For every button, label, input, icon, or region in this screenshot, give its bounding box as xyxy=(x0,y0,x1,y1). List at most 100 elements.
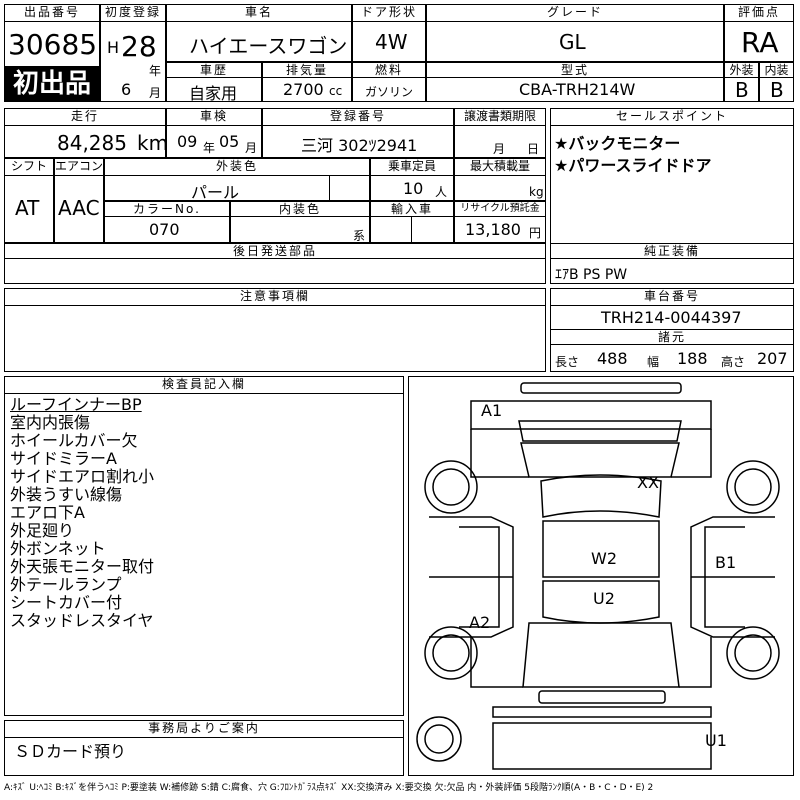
hood xyxy=(520,442,680,478)
exterior-grade-cell: B xyxy=(724,77,759,102)
rear-bar xyxy=(492,706,712,718)
inspector-note: 外足廻り xyxy=(10,521,75,540)
transfer-label: 譲渡書類期限 xyxy=(454,108,546,126)
selling-points-label: セールスポイント xyxy=(550,108,794,126)
door-cell: 4W xyxy=(352,21,426,62)
first-reg-month-unit: 月 xyxy=(149,86,162,100)
wheel-rear-right-inner xyxy=(734,634,772,672)
inspector-note: 室内内張傷 xyxy=(10,413,91,432)
chassis-label: 車台番号 xyxy=(550,288,794,306)
lot-number-label: 出品番号 xyxy=(4,4,100,22)
damage-mark-a2: A2 xyxy=(469,613,491,632)
recycle-label: リサイクル預託金 xyxy=(454,201,546,217)
width-label: 幅 xyxy=(647,355,660,369)
office-label: 事務局よりご案内 xyxy=(4,720,404,738)
load-cell: kg xyxy=(454,175,546,201)
history-label: 車歴 xyxy=(166,62,262,78)
score: RA xyxy=(741,26,779,59)
import-label: 輸入車 xyxy=(370,201,454,217)
rear-section xyxy=(522,622,680,688)
grade-cell: GL xyxy=(426,21,724,62)
mileage: 84,285 xyxy=(57,131,127,155)
door-label: ドア形状 xyxy=(352,4,426,22)
model-name-cell: ハイエースワゴン xyxy=(166,21,352,62)
recycle-cell: 13,180 円 xyxy=(454,216,546,243)
recycle: 13,180 xyxy=(465,220,521,239)
car-diagram: A1 XX W2 B1 U2 A2 U1 xyxy=(408,376,794,776)
model-name-label: 車名 xyxy=(166,4,352,22)
inspector-note: 外ボンネット xyxy=(10,539,106,558)
damage-mark-u2: U2 xyxy=(593,589,615,608)
equipment-label: 純正装備 xyxy=(550,243,794,259)
load-label: 最大積載量 xyxy=(454,158,546,176)
damage-mark-xx: XX xyxy=(637,473,659,492)
inspection-year: 09 xyxy=(177,132,198,151)
transfer-month-unit: 月 xyxy=(493,142,506,156)
exterior-grade: B xyxy=(735,78,749,102)
color-no-label: カラーNo. xyxy=(104,201,230,217)
import-cell-b xyxy=(411,216,454,243)
specs-label: 諸元 xyxy=(550,329,794,345)
spare-tire xyxy=(416,716,462,762)
parts-later-label: 後日発送部品 xyxy=(4,243,546,259)
damage-legend: A:ｷｽﾞ U:ﾍｺﾐ B:ｷｽﾞを伴うﾍｺﾐ P:要塗装 W:補修跡 S:錆 … xyxy=(4,783,654,793)
transfer-cell: 月 日 xyxy=(454,125,546,158)
fuel-cell: ガソリン xyxy=(352,77,426,102)
inspection-month-unit: 月 xyxy=(245,141,258,155)
plate-label: 登録番号 xyxy=(262,108,454,126)
length-label: 長さ xyxy=(555,355,580,369)
windshield xyxy=(518,420,682,442)
inspector-notes-list: ルーフインナーBP 室内内張傷 ホイールカバー欠 サイドミラーA サイドエアロ割… xyxy=(10,396,154,630)
car-outline-svg xyxy=(416,382,780,770)
damage-mark-u1: U1 xyxy=(705,731,727,750)
first-listing-badge: 初出品 xyxy=(4,67,100,102)
inspector-note: シートカバー付 xyxy=(10,593,123,612)
interior-grade-cell: B xyxy=(759,77,794,102)
interior-grade-label: 内装 xyxy=(759,62,794,78)
model-code-label: 型式 xyxy=(426,62,724,78)
parts-later-cell xyxy=(4,258,546,284)
roof-bar xyxy=(520,382,682,394)
equipment-cell: ｴｱB PS PW xyxy=(550,258,794,284)
wheel-front-right-inner xyxy=(734,468,772,506)
color-no: 070 xyxy=(149,220,180,239)
shift: AT xyxy=(15,196,40,220)
plate: 三河 302ﾂ2941 xyxy=(301,136,418,155)
displacement-cell: 2700 cc xyxy=(262,77,352,102)
inspection-label: 車検 xyxy=(166,108,262,126)
inspection-year-unit: 年 xyxy=(203,141,216,155)
equipment: ｴｱB PS PW xyxy=(555,267,628,283)
notes-label: 注意事項欄 xyxy=(4,288,546,306)
inspector-note: スタッドレスタイヤ xyxy=(10,611,154,630)
inspector-note: サイドエアロ割れ小 xyxy=(10,467,155,486)
int-color-label: 内装色 xyxy=(230,201,370,217)
inspector-label: 検査員記入欄 xyxy=(4,376,404,394)
aircon: AAC xyxy=(58,196,100,220)
int-color-cell: 系 xyxy=(230,216,370,243)
lower-side-left xyxy=(470,637,523,688)
inspector-note: エアロ下A xyxy=(10,503,85,522)
damage-mark-a1: A1 xyxy=(481,401,503,420)
office-note: ＳＤカード預り xyxy=(14,742,127,761)
transfer-day-unit: 日 xyxy=(527,142,540,156)
bottom-outline xyxy=(492,722,712,770)
displacement: 2700 xyxy=(283,80,324,99)
length: 488 xyxy=(597,349,628,368)
inspection-month: 05 xyxy=(219,132,240,151)
height-label: 高さ xyxy=(721,355,746,369)
shift-cell: AT xyxy=(4,175,54,243)
upper-side-left xyxy=(470,429,529,478)
ext-color-cell: パール xyxy=(104,175,330,201)
damage-mark-b1: B1 xyxy=(715,553,737,572)
width: 188 xyxy=(677,349,708,368)
first-reg-cell: H 28 年 6 月 xyxy=(100,21,166,102)
mileage-unit: km xyxy=(137,131,166,155)
plate-cell: 三河 302ﾂ2941 xyxy=(262,125,454,158)
shift-label: シフト xyxy=(4,158,54,176)
exterior-grade-label: 外装 xyxy=(724,62,759,78)
color-no-cell: 070 xyxy=(104,216,230,243)
model-code: CBA-TRH214W xyxy=(519,80,636,99)
damage-mark-w2: W2 xyxy=(591,549,617,568)
lot-number: 30685 xyxy=(8,28,98,61)
capacity-cell: 10 人 xyxy=(370,175,454,201)
